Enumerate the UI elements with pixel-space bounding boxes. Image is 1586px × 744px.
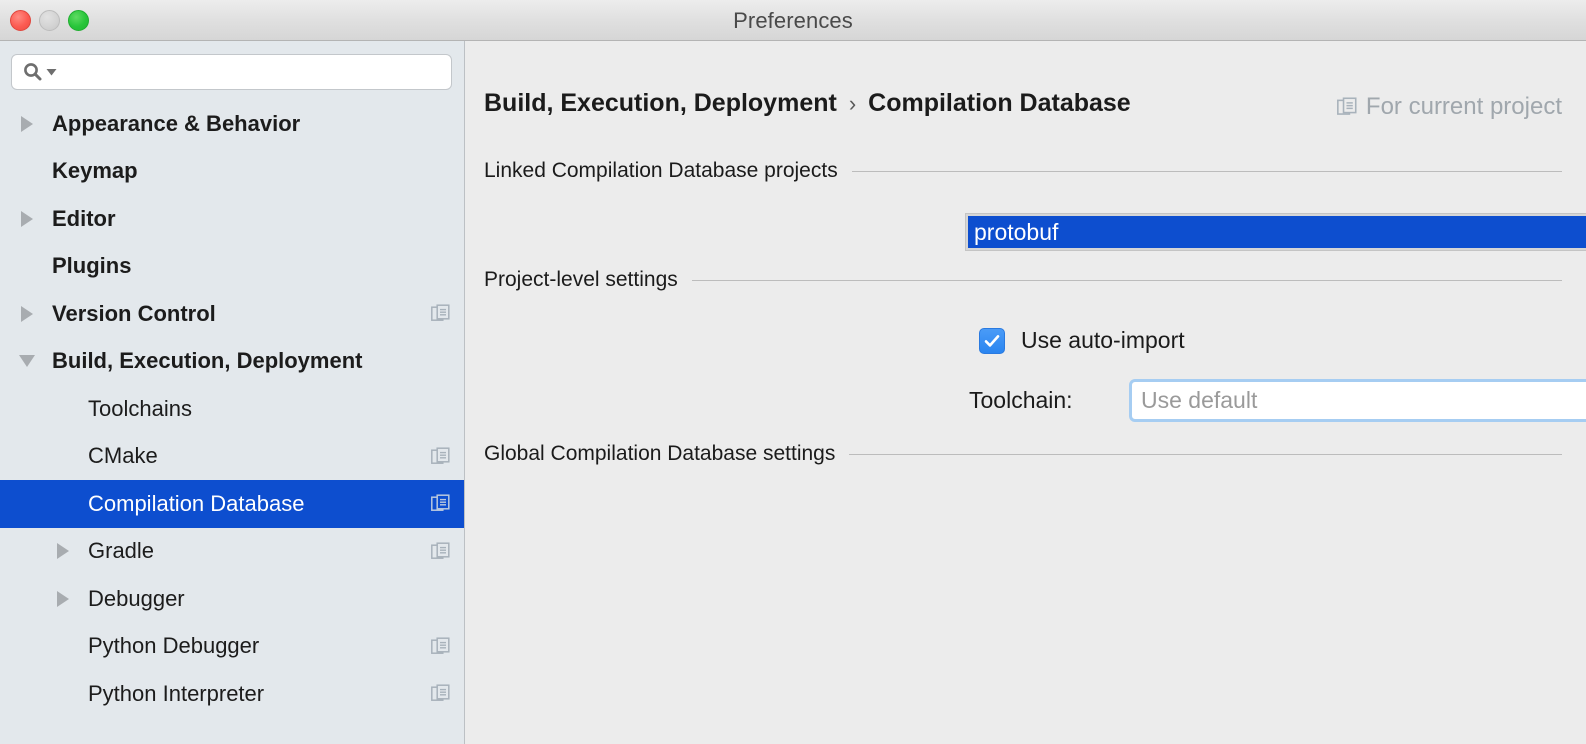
toolchain-label: Toolchain: [969, 387, 1073, 413]
linked-projects-list[interactable]: protobuf [965, 213, 1586, 251]
section-divider [851, 170, 1562, 172]
toolchain-value: Use default [1141, 387, 1258, 413]
settings-sidebar: Appearance & Behavior Keymap Editor Plug… [0, 41, 465, 744]
window-titlebar: Preferences [0, 0, 1586, 41]
linked-project-name: protobuf [974, 218, 1059, 245]
section-title: Project-level settings [484, 268, 678, 291]
sidebar-item-label: Version Control [52, 300, 216, 326]
sidebar-item-label: Debugger [88, 585, 185, 611]
copy-project-icon [1336, 97, 1357, 117]
window-content: Appearance & Behavior Keymap Editor Plug… [0, 41, 1586, 744]
toolchain-row: Toolchain: Use default [969, 379, 1586, 422]
sidebar-item-label: Keymap [52, 158, 138, 184]
sidebar-item-label: Editor [52, 205, 116, 231]
for-current-project-indicator: For current project [1336, 93, 1562, 121]
sidebar-item-debugger[interactable]: Debugger [0, 575, 464, 623]
sidebar-item-label: Gradle [88, 538, 155, 564]
breadcrumb: Build, Execution, Deployment › Compilati… [484, 89, 1131, 118]
use-auto-import-checkbox[interactable] [979, 327, 1005, 354]
section-global-settings: Global Compilation Database settings [484, 442, 1562, 466]
project-scope-copy-icon [431, 447, 450, 466]
settings-tree: Appearance & Behavior Keymap Editor Plug… [0, 100, 464, 718]
project-scope-copy-icon [431, 304, 450, 323]
sidebar-item-label: Plugins [52, 253, 132, 279]
section-project-level-settings: Project-level settings [484, 268, 1562, 292]
for-current-project-label: For current project [1365, 93, 1562, 120]
sidebar-item-cmake[interactable]: CMake [0, 433, 464, 481]
sidebar-item-editor[interactable]: Editor [0, 195, 464, 243]
sidebar-item-build-execution-deployment[interactable]: Build, Execution, Deployment [0, 338, 464, 386]
sidebar-item-keymap[interactable]: Keymap [0, 148, 464, 196]
disclosure-triangle-right-icon[interactable] [52, 590, 74, 607]
window-title: Preferences [733, 8, 853, 33]
chevron-down-icon [46, 68, 57, 75]
preferences-window: Preferences Appearance & Behavior Keymap… [0, 0, 1586, 744]
sidebar-item-label: Python Debugger [88, 633, 260, 659]
disclosure-triangle-right-icon[interactable] [16, 115, 38, 132]
breadcrumb-current: Compilation Database [868, 89, 1131, 117]
sidebar-item-appearance-and-behavior[interactable]: Appearance & Behavior [0, 100, 464, 148]
toolchain-combobox[interactable]: Use default [1129, 379, 1586, 422]
breadcrumb-parent[interactable]: Build, Execution, Deployment [484, 89, 837, 118]
section-title: Linked Compilation Database projects [484, 159, 838, 182]
use-auto-import-label: Use auto-import [1021, 327, 1185, 353]
sidebar-item-gradle[interactable]: Gradle [0, 528, 464, 576]
sidebar-item-label: Compilation Database [88, 490, 305, 516]
disclosure-triangle-right-icon[interactable] [16, 305, 38, 322]
section-divider [849, 453, 1562, 455]
disclosure-triangle-right-icon[interactable] [52, 543, 74, 560]
search-field[interactable] [11, 54, 452, 90]
sidebar-item-plugins[interactable]: Plugins [0, 243, 464, 291]
sidebar-item-label: CMake [88, 443, 158, 469]
project-scope-copy-icon [431, 542, 450, 561]
search-icon[interactable] [22, 61, 57, 83]
sidebar-item-label: Build, Execution, Deployment [52, 348, 363, 374]
sidebar-item-toolchains[interactable]: Toolchains [0, 385, 464, 433]
disclosure-triangle-down-icon[interactable] [16, 355, 38, 368]
search-container [0, 41, 464, 90]
sidebar-item-label: Toolchains [88, 395, 192, 421]
disclosure-triangle-right-icon[interactable] [16, 210, 38, 227]
sidebar-item-label: Appearance & Behavior [52, 110, 301, 136]
list-item[interactable]: protobuf [968, 216, 1586, 248]
section-title: Global Compilation Database settings [484, 442, 836, 465]
section-divider [691, 279, 1562, 281]
check-icon [984, 334, 1000, 347]
sidebar-item-python-debugger[interactable]: Python Debugger [0, 623, 464, 671]
sidebar-item-python-interpreter[interactable]: Python Interpreter [0, 670, 464, 718]
project-scope-copy-icon [431, 637, 450, 656]
breadcrumb-separator-icon: › [848, 91, 857, 116]
section-linked-projects: Linked Compilation Database projects [484, 159, 1562, 183]
settings-panel: Build, Execution, Deployment › Compilati… [465, 41, 1586, 744]
sidebar-item-label: Python Interpreter [88, 680, 265, 706]
project-scope-copy-icon [431, 494, 450, 513]
sidebar-item-compilation-database[interactable]: Compilation Database [0, 480, 464, 528]
use-auto-import-row[interactable]: Use auto-import [979, 327, 1185, 354]
sidebar-item-version-control[interactable]: Version Control [0, 290, 464, 338]
project-scope-copy-icon [431, 684, 450, 703]
search-input[interactable] [57, 55, 451, 89]
